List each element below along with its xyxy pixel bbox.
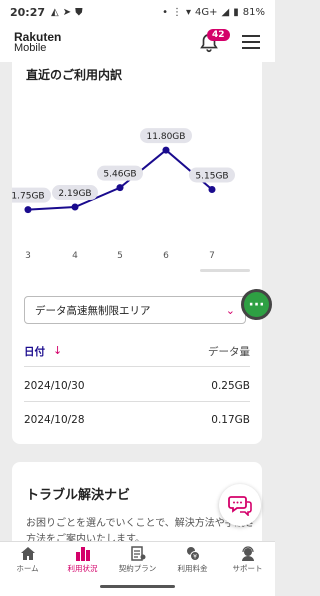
x-tick-label: 7 (209, 251, 215, 261)
chat-support-button[interactable] (219, 484, 261, 526)
svg-text:11.80GB: 11.80GB (147, 132, 186, 142)
area-select[interactable]: データ高速無制限エリア ⌄ (24, 296, 246, 324)
column-date-header[interactable]: 日付 (24, 344, 45, 359)
svg-text:2.19GB: 2.19GB (58, 189, 91, 199)
app-header: Rakuten Mobile 42 (0, 24, 275, 62)
contract-icon (130, 545, 145, 561)
home-icon (20, 546, 35, 560)
row-date: 2024/10/28 (24, 414, 85, 426)
data-point[interactable] (162, 146, 170, 154)
gesture-bar (0, 577, 275, 596)
data-label: 5.46GB (97, 165, 143, 181)
location-icon: ➤ (62, 6, 72, 18)
area-select-value: データ高速無制限エリア (35, 304, 151, 317)
hamburger-menu-icon[interactable] (242, 35, 260, 51)
row-date: 2024/10/30 (24, 380, 85, 392)
x-tick-label: 3 (25, 251, 31, 261)
nav-label: ホーム (16, 563, 39, 573)
row-amount: 0.17GB (211, 414, 250, 426)
signal-icon: ◢ (221, 6, 230, 18)
data-label: 5.15GB (189, 167, 235, 183)
data-label: 2.19GB (52, 185, 98, 201)
data-label: 11.80GB (140, 128, 192, 144)
column-amount-header: データ量 (208, 346, 250, 358)
divider (24, 366, 250, 367)
row-amount: 0.25GB (211, 380, 250, 392)
battery-percent: 81% (242, 6, 265, 18)
nav-support[interactable]: サポート (220, 542, 275, 577)
data-point[interactable] (116, 184, 124, 192)
more-options-button[interactable]: ··· (241, 289, 272, 320)
divider (24, 401, 250, 402)
nav-contract[interactable]: 契約プラン (110, 542, 165, 577)
status-notification-icons: ◭ ➤ ⛊ (51, 7, 83, 18)
battery-icon: ▮ (233, 6, 239, 18)
notification-badge: 42 (207, 29, 230, 41)
drive-icon: ◭ (51, 6, 59, 18)
status-bar: 20:27 ◭ ➤ ⛊ • ⋮ ▾ 4G+ ◢ ▮ 81% (0, 0, 275, 24)
table-row: 2024/10/28 0.17GB (24, 414, 250, 426)
wifi-icon: ▾ (186, 6, 192, 18)
network-label: 4G+ (195, 6, 218, 18)
shield-icon: ⛊ (75, 6, 83, 18)
svg-text:5.15GB: 5.15GB (195, 171, 228, 181)
data-point[interactable] (24, 206, 32, 214)
usage-line-chart[interactable]: 1.75GB 3 2.19GB 4 5.46GB 5 11.80GB 6 5.15GB 7 (5, 120, 262, 270)
bar-chart-icon (75, 546, 90, 561)
nav-usage[interactable]: 利用状況 (55, 542, 110, 577)
nav-home[interactable]: ホーム (0, 542, 55, 577)
table-row: 2024/10/30 0.25GB (24, 380, 250, 392)
svg-text:1.75GB: 1.75GB (12, 192, 45, 202)
nav-label: サポート (232, 563, 263, 573)
nav-label: 利用状況 (67, 563, 98, 573)
data-label: 1.75GB (5, 187, 51, 203)
svg-text:5.46GB: 5.46GB (103, 170, 136, 180)
x-tick-label: 5 (117, 251, 123, 261)
nav-label: 契約プラン (118, 563, 157, 573)
x-tick-label: 6 (163, 251, 169, 261)
chat-icon (228, 496, 252, 516)
data-point[interactable] (71, 203, 79, 211)
x-tick-label: 4 (72, 251, 78, 261)
data-point[interactable] (208, 185, 216, 193)
nav-fee[interactable]: ¥ 利用料金 (165, 542, 220, 577)
status-right: • ⋮ ▾ 4G+ ◢ ▮ 81% (162, 7, 265, 18)
status-time: 20:27 (10, 5, 46, 19)
usage-title: 直近のご利用内訳 (26, 68, 123, 82)
vibrate-icon: ⋮ (172, 6, 183, 18)
chevron-down-icon: ⌄ (225, 303, 235, 317)
svg-text:¥: ¥ (193, 553, 197, 560)
fee-icon: ¥ (186, 546, 200, 561)
sort-arrow-icon[interactable]: ↓ (53, 344, 62, 357)
dot-icon: • (162, 6, 169, 18)
nav-label: 利用料金 (177, 563, 208, 573)
logo-line2: Mobile (14, 42, 47, 54)
chart-svg: 1.75GB 3 2.19GB 4 5.46GB 5 11.80GB 6 5.15GB 7 (5, 128, 235, 261)
rakuten-mobile-logo[interactable]: Rakuten Mobile (14, 31, 61, 54)
support-icon (241, 545, 254, 561)
bottom-navigation: ホーム 利用状況 契約プラン ¥ 利用料金 サポート (0, 541, 275, 577)
chart-scrollbar[interactable] (200, 269, 250, 272)
trouble-title: トラブル解決ナビ (26, 488, 131, 503)
